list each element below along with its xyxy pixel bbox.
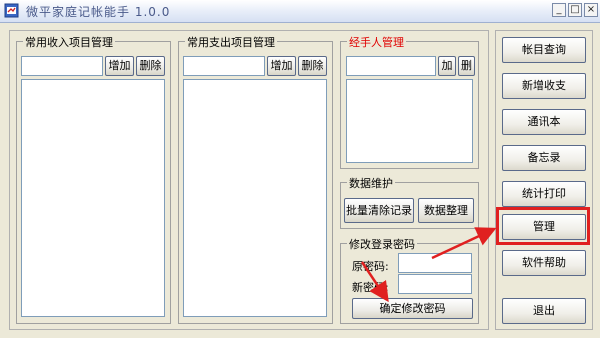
exit-button[interactable]: 退出 [502,298,586,324]
old-password-input[interactable] [398,253,472,273]
organize-data-button[interactable]: 数据整理 [418,198,474,223]
expense-item-list[interactable] [183,79,327,317]
income-add-button[interactable]: 增加 [105,56,134,76]
income-group-title: 常用收入项目管理 [23,34,115,50]
new-entry-button[interactable]: 新增收支 [502,73,586,99]
app-icon [4,3,19,18]
income-item-input[interactable] [21,56,103,76]
handler-input[interactable] [346,56,436,76]
expense-item-input[interactable] [183,56,265,76]
contacts-button[interactable]: 通讯本 [502,109,586,135]
minimize-button[interactable]: _ [552,3,566,17]
stats-print-button[interactable]: 统计打印 [502,181,586,207]
help-button[interactable]: 软件帮助 [502,250,586,276]
title-bar[interactable]: 微平家庭记帐能手 1.0.0 _ □ × [0,0,600,23]
maintenance-group-title: 数据维护 [347,175,395,191]
handler-add-button[interactable]: 加 [438,56,456,76]
batch-clear-records-button[interactable]: 批量清除记录 [344,198,414,223]
old-password-label: 原密码: [352,260,389,273]
income-item-list[interactable] [21,79,165,317]
handler-group-title: 经手人管理 [347,34,406,50]
confirm-password-change-button[interactable]: 确定修改密码 [352,298,473,319]
ledger-query-button[interactable]: 帐目查询 [502,37,586,63]
window-title: 微平家庭记帐能手 1.0.0 [26,5,171,19]
new-password-input[interactable] [398,274,472,294]
income-delete-button[interactable]: 删除 [136,56,165,76]
handler-delete-button[interactable]: 删 [458,56,475,76]
memo-button[interactable]: 备忘录 [502,145,586,171]
close-button[interactable]: × [584,3,598,17]
expense-delete-button[interactable]: 删除 [298,56,327,76]
handler-list[interactable] [346,79,473,163]
manage-highlight-box [496,207,590,245]
new-password-label: 新密码: [352,281,389,294]
expense-add-button[interactable]: 增加 [267,56,296,76]
password-group-title: 修改登录密码 [347,236,417,252]
expense-group-title: 常用支出项目管理 [185,34,277,50]
maximize-button[interactable]: □ [568,3,582,17]
